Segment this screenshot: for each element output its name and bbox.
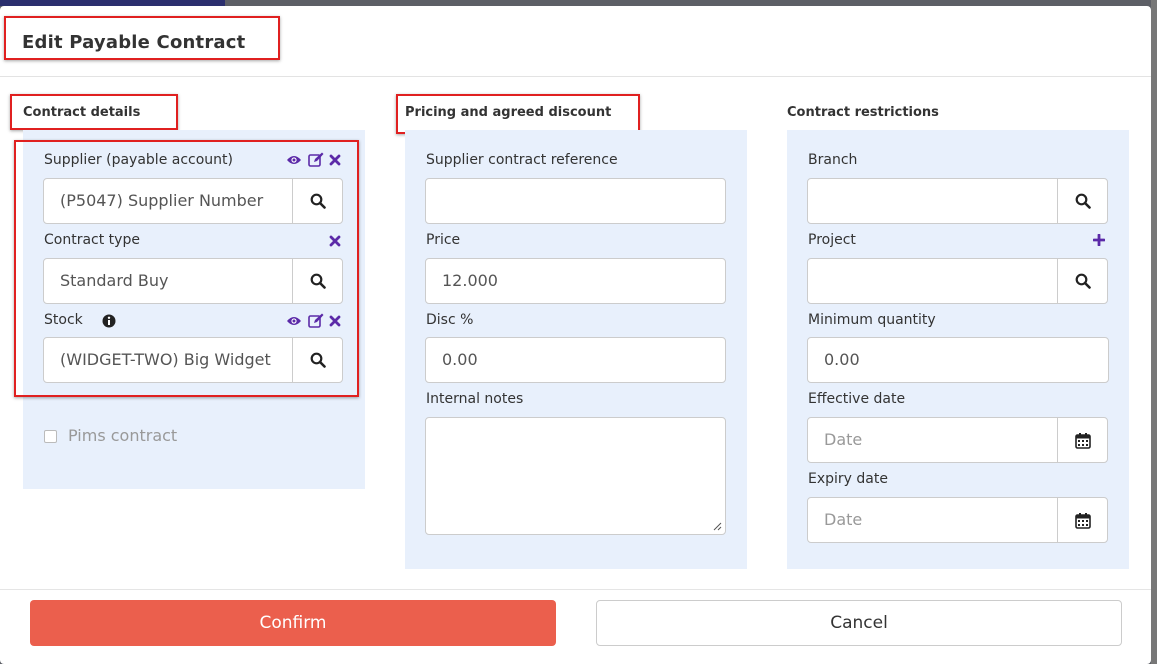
pims-checkbox[interactable] bbox=[44, 430, 57, 443]
remove-icon[interactable] bbox=[329, 315, 341, 327]
branch-input[interactable] bbox=[807, 178, 1058, 224]
notes-textarea[interactable] bbox=[425, 417, 726, 535]
modal-header: Edit Payable Contract bbox=[0, 6, 1151, 77]
min-qty-input[interactable]: 0.00 bbox=[807, 337, 1109, 383]
edit-icon[interactable] bbox=[308, 152, 324, 167]
pims-label: Pims contract bbox=[68, 426, 178, 445]
search-icon bbox=[310, 273, 326, 289]
expiry-date-label: Expiry date bbox=[808, 471, 888, 487]
calendar-icon bbox=[1074, 432, 1091, 449]
footer-divider bbox=[0, 589, 1151, 590]
project-label: Project bbox=[808, 232, 856, 248]
effective-date-label: Effective date bbox=[808, 391, 906, 407]
stock-input[interactable]: (WIDGET-TWO) Big Widget bbox=[43, 337, 293, 383]
contract-type-search-button[interactable] bbox=[292, 258, 343, 304]
disc-input[interactable]: 0.00 bbox=[425, 337, 726, 383]
backdrop-strip bbox=[1151, 0, 1157, 664]
cancel-button[interactable]: Cancel bbox=[596, 600, 1122, 646]
eye-icon[interactable] bbox=[286, 154, 302, 166]
resize-handle-icon[interactable] bbox=[713, 522, 722, 531]
remove-icon[interactable] bbox=[329, 154, 341, 166]
reference-input[interactable] bbox=[425, 178, 726, 224]
expiry-date-input[interactable]: Date bbox=[807, 497, 1058, 543]
expiry-date-picker-button[interactable] bbox=[1057, 497, 1108, 543]
eye-icon[interactable] bbox=[286, 315, 302, 327]
section-title-pricing: Pricing and agreed discount bbox=[405, 105, 612, 120]
section-title-restrictions: Contract restrictions bbox=[787, 105, 939, 120]
search-icon bbox=[1075, 273, 1091, 289]
contract-type-input[interactable]: Standard Buy bbox=[43, 258, 293, 304]
calendar-icon bbox=[1074, 512, 1091, 529]
stock-label: Stock bbox=[44, 312, 83, 328]
disc-label: Disc % bbox=[426, 312, 474, 328]
plus-icon[interactable] bbox=[1093, 234, 1105, 246]
search-icon bbox=[310, 193, 326, 209]
supplier-label: Supplier (payable account) bbox=[44, 152, 233, 168]
project-input[interactable] bbox=[807, 258, 1058, 304]
branch-search-button[interactable] bbox=[1057, 178, 1108, 224]
section-title-contract-details: Contract details bbox=[23, 105, 141, 120]
reference-label: Supplier contract reference bbox=[426, 152, 618, 168]
project-search-button[interactable] bbox=[1057, 258, 1108, 304]
branch-label: Branch bbox=[808, 152, 858, 168]
edit-contract-modal: Edit Payable Contract Contract details S… bbox=[0, 6, 1151, 664]
min-qty-label: Minimum quantity bbox=[808, 312, 936, 328]
supplier-input[interactable]: (P5047) Supplier Number bbox=[43, 178, 293, 224]
price-label: Price bbox=[426, 232, 461, 248]
edit-icon[interactable] bbox=[308, 313, 324, 328]
notes-label: Internal notes bbox=[426, 391, 524, 407]
price-input[interactable]: 12.000 bbox=[425, 258, 726, 304]
modal-title: Edit Payable Contract bbox=[22, 32, 246, 53]
contract-type-label: Contract type bbox=[44, 232, 140, 248]
confirm-button[interactable]: Confirm bbox=[30, 600, 556, 646]
search-icon bbox=[1075, 193, 1091, 209]
remove-icon[interactable] bbox=[329, 235, 341, 247]
info-icon[interactable] bbox=[102, 314, 116, 328]
supplier-search-button[interactable] bbox=[292, 178, 343, 224]
stock-search-button[interactable] bbox=[292, 337, 343, 383]
effective-date-input[interactable]: Date bbox=[807, 417, 1058, 463]
effective-date-picker-button[interactable] bbox=[1057, 417, 1108, 463]
search-icon bbox=[310, 352, 326, 368]
